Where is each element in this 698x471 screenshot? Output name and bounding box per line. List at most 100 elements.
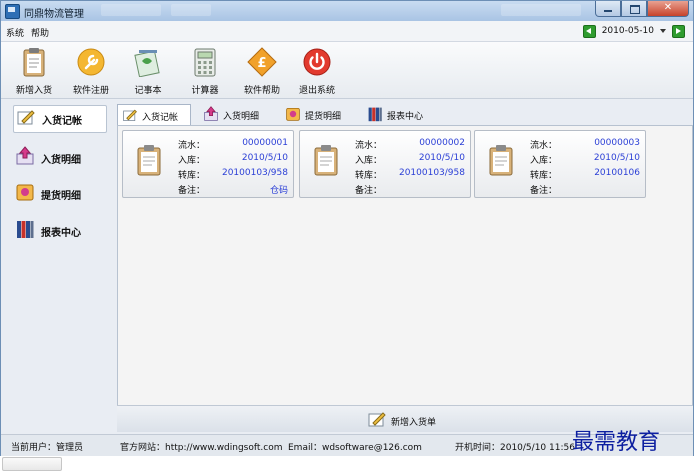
in-date-value: 2010/5/10	[241, 153, 288, 163]
toolbar-label: 计算器	[191, 86, 219, 96]
close-icon: ✕	[663, 2, 673, 13]
boot-time: 开机时间：2010/5/10 11:56	[455, 443, 575, 453]
in-date-label: 入库：	[355, 156, 383, 166]
record-card[interactable]: 流水： 00000001 入库： 2010/5/10 转库： 20100103/…	[122, 130, 294, 198]
toolbar-label: 软件注册	[72, 86, 109, 96]
clipboard-icon	[137, 145, 161, 176]
official-website[interactable]: 官方网站：http://www.wdingsoft.com	[120, 440, 283, 453]
close-button[interactable]: ✕	[647, 1, 689, 17]
window-controls: ✕	[595, 1, 689, 18]
in-date-value: 2010/5/10	[593, 153, 640, 163]
serial-value: 00000003	[594, 138, 640, 148]
background-window-ghost	[101, 4, 161, 16]
notebook-toolbar-button[interactable]: 记事本	[121, 45, 175, 96]
pencil-paper-icon	[17, 110, 35, 125]
binders-icon	[17, 221, 34, 238]
toolbar-label: 记事本	[134, 86, 162, 96]
sidebar-item-inbound-ledger[interactable]: 入货记帐	[13, 105, 107, 133]
tab-report-center[interactable]: 报表中心	[363, 104, 437, 125]
date-navigator: 2010-05-10	[582, 24, 685, 38]
toolbar-label: 软件帮助	[243, 86, 280, 96]
exit-toolbar-button[interactable]: 退出系统	[290, 45, 344, 96]
maximize-button[interactable]	[621, 1, 647, 17]
new-inbound-order-button[interactable]: 新增入货单	[367, 408, 457, 430]
serial-label: 流水：	[178, 141, 206, 151]
watermark-text: 最需教育	[572, 430, 661, 455]
clipboard-icon	[23, 48, 45, 77]
calculator-toolbar-button[interactable]: 计算器	[178, 45, 232, 96]
in-date-value: 2010/5/10	[418, 153, 465, 163]
menu-system[interactable]: 系统	[6, 26, 24, 39]
sidebar-item-outbound-detail[interactable]: 提货明细	[13, 181, 109, 203]
chevron-down-icon[interactable]	[660, 29, 666, 33]
tab-inbound-ledger[interactable]: 入货记帐	[117, 104, 191, 127]
serial-label: 流水：	[530, 141, 558, 151]
help-icon: £	[247, 47, 277, 77]
toolbar-label: 新增入货	[15, 86, 52, 96]
sidebar-item-label: 入货明细	[41, 155, 81, 166]
app-icon	[5, 4, 20, 19]
transfer-label: 转库：	[178, 171, 206, 181]
notebook-icon	[134, 50, 160, 77]
sidebar-item-label: 入货记帐	[42, 116, 82, 127]
new-inbound-order-label: 新增入货单	[391, 418, 437, 428]
transfer-value: 20100103/958	[398, 168, 465, 178]
import-arrow-icon	[16, 146, 34, 165]
transfer-label: 转库：	[530, 171, 558, 181]
tab-label: 报表中心	[387, 112, 424, 122]
tab-inbound-detail[interactable]: 入货明细	[199, 104, 273, 125]
new-entry-toolbar-button[interactable]: 新增入货	[7, 45, 61, 96]
toolbar-label: 退出系统	[298, 86, 335, 96]
svg-text:£: £	[257, 56, 266, 71]
serial-value: 00000001	[242, 138, 288, 148]
background-window-ghost	[501, 4, 581, 16]
maximize-icon	[630, 5, 640, 14]
transfer-label: 转库：	[355, 171, 383, 181]
support-email[interactable]: Email：wdsoftware@126.com	[288, 440, 422, 453]
record-card[interactable]: 流水： 00000002 入库： 2010/5/10 转库： 20100103/…	[299, 130, 471, 198]
tab-outbound-detail[interactable]: 提货明细	[281, 104, 355, 125]
note-label: 备注：	[178, 186, 206, 196]
pencil-paper-icon	[368, 412, 386, 427]
sidebar-item-inbound-detail[interactable]: 入货明细	[13, 145, 109, 167]
sidebar-item-report-center[interactable]: 报表中心	[13, 218, 109, 240]
serial-value: 00000002	[419, 138, 465, 148]
export-icon	[286, 108, 300, 121]
sidebar-item-label: 报表中心	[41, 228, 81, 239]
date-display[interactable]: 2010-05-10	[602, 26, 654, 36]
note-label: 备注：	[355, 186, 383, 196]
window-title: 同鼎物流管理	[24, 9, 84, 20]
transfer-value: 20100103/958	[221, 168, 288, 178]
menu-bar: 系统 帮助 2010-05-10	[1, 21, 693, 42]
tab-bar: 入货记帐 入货明细 提货明细 报表中心	[117, 104, 693, 127]
wrench-icon	[77, 48, 105, 76]
clipboard-icon	[314, 145, 338, 176]
background-window-ghost	[171, 4, 211, 16]
prev-date-button[interactable]	[582, 24, 596, 38]
current-user: 当前用户：管理员	[11, 443, 84, 453]
binders-icon	[368, 107, 382, 122]
app-window: 同鼎物流管理 ✕ 系统 帮助 2010-05-10 新增入货 软件注册 记事本 …	[0, 0, 694, 457]
toolbar: 新增入货 软件注册 记事本 计算器 £ 软件帮助 退出系统	[1, 42, 693, 99]
sidebar: 入货记帐 入货明细 提货明细 报表中心	[7, 101, 113, 431]
pencil-paper-icon	[123, 109, 137, 121]
title-bar[interactable]: 同鼎物流管理 ✕	[1, 1, 693, 21]
menu-help[interactable]: 帮助	[31, 26, 49, 39]
tab-label: 入货记帐	[142, 113, 179, 123]
serial-label: 流水：	[355, 141, 383, 151]
note-value: 仓码	[269, 186, 288, 196]
clipboard-icon	[489, 145, 513, 176]
export-icon	[16, 184, 34, 201]
transfer-value: 20100106	[594, 168, 640, 178]
in-date-label: 入库：	[178, 156, 206, 166]
sidebar-item-label: 提货明细	[41, 191, 81, 202]
note-label: 备注：	[530, 186, 558, 196]
record-card[interactable]: 流水： 00000003 入库： 2010/5/10 转库： 20100106 …	[474, 130, 646, 198]
minimize-button[interactable]	[595, 1, 621, 17]
help-toolbar-button[interactable]: £ 软件帮助	[235, 45, 289, 96]
import-arrow-icon	[204, 106, 218, 121]
minimize-icon	[604, 10, 612, 12]
taskbar-strip	[0, 456, 698, 471]
next-date-button[interactable]	[672, 24, 685, 38]
register-toolbar-button[interactable]: 软件注册	[64, 45, 118, 96]
